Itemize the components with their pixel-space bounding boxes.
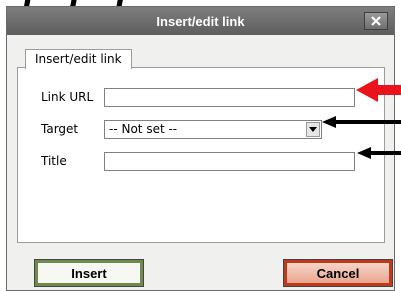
title-input[interactable] bbox=[104, 152, 355, 171]
link-url-input[interactable] bbox=[104, 88, 355, 107]
insert-button[interactable]: Insert bbox=[34, 259, 144, 287]
black-arrow-icon bbox=[322, 116, 401, 128]
chevron-down-icon[interactable] bbox=[306, 122, 320, 137]
black-arrow-icon bbox=[357, 147, 401, 159]
cancel-button[interactable]: Cancel bbox=[283, 259, 393, 287]
target-selected-value: -- Not set -- bbox=[109, 122, 178, 136]
dialog-title: Insert/edit link bbox=[156, 13, 245, 29]
red-arrow-icon bbox=[356, 78, 401, 102]
title-label: Title bbox=[41, 154, 67, 168]
insert-edit-link-dialog: Insert/edit link Insert/edit link Link U… bbox=[6, 6, 395, 291]
target-select[interactable]: -- Not set -- bbox=[104, 120, 322, 139]
dialog-titlebar: Insert/edit link bbox=[7, 7, 394, 35]
link-url-label: Link URL bbox=[41, 90, 94, 104]
tab-insert-edit-link[interactable]: Insert/edit link bbox=[25, 49, 132, 69]
close-icon bbox=[371, 16, 381, 26]
close-button[interactable] bbox=[364, 12, 388, 30]
target-label: Target bbox=[41, 122, 79, 136]
